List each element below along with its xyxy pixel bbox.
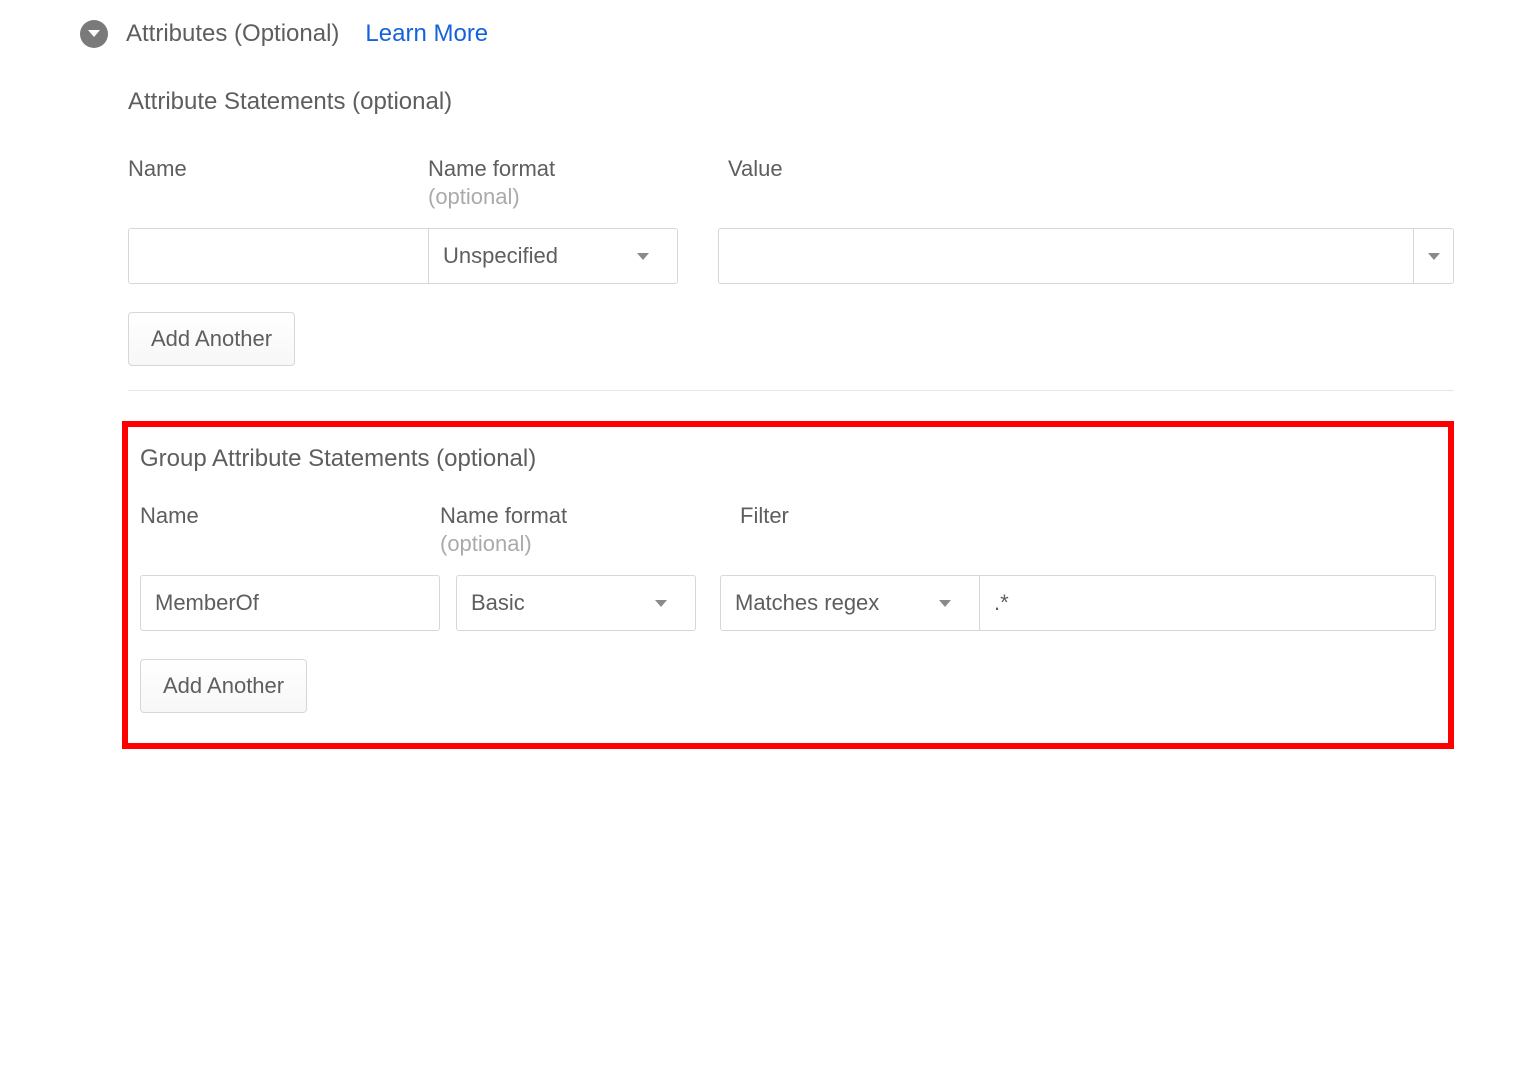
add-another-group-button[interactable]: Add Another [140,659,307,713]
dropdown-arrow-box [925,576,965,630]
collapse-toggle[interactable] [80,20,108,48]
group-filter-type-selected: Matches regex [735,590,879,616]
attribute-statements-block: Attribute Statements (optional) Name Nam… [128,88,1454,391]
dropdown-arrow-box [1413,229,1453,283]
attribute-row: Unspecified [128,228,1454,284]
attribute-col-headers: Name Name format (optional) Value [128,156,1454,210]
group-filter-type-dropdown[interactable]: Matches regex [720,575,980,631]
section-title: Attributes (Optional) [126,20,339,48]
group-name-format-selected: Basic [471,590,525,616]
group-name-input[interactable] [140,575,440,631]
attribute-name-format-dropdown[interactable]: Unspecified [428,228,678,284]
dropdown-arrow-box [623,229,663,283]
col-header-group-name-format: Name format (optional) [440,503,740,557]
group-col-headers: Name Name format (optional) Filter [140,503,1436,557]
col-header-group-name-format-label: Name format [440,503,567,528]
group-filter-value-input[interactable] [980,575,1436,631]
group-attribute-statements-block: Group Attribute Statements (optional) Na… [122,421,1454,749]
group-attribute-statements-title: Group Attribute Statements (optional) [140,445,1436,473]
section-divider [128,390,1454,391]
caret-down-icon [655,600,667,607]
caret-down-icon [1428,253,1440,260]
attribute-name-format-selected: Unspecified [443,243,558,269]
learn-more-link[interactable]: Learn More [365,20,488,48]
col-header-name-format-sub: (optional) [428,184,728,210]
chevron-down-icon [87,29,101,39]
dropdown-arrow-box [641,576,681,630]
col-header-name: Name [128,156,428,210]
caret-down-icon [939,600,951,607]
attributes-section-header: Attributes (Optional) Learn More [80,20,1454,48]
col-header-group-name: Name [140,503,440,557]
col-header-group-filter: Filter [740,503,1436,557]
attribute-statements-title: Attribute Statements (optional) [128,88,1454,116]
group-attribute-row: Basic Matches regex [140,575,1436,631]
attribute-name-input[interactable] [128,228,428,284]
col-header-name-format-label: Name format [428,156,555,181]
col-header-group-name-format-sub: (optional) [440,531,740,557]
caret-down-icon [637,253,649,260]
add-another-attribute-button[interactable]: Add Another [128,312,295,366]
col-header-value: Value [728,156,1454,210]
col-header-name-format: Name format (optional) [428,156,728,210]
attribute-value-dropdown[interactable] [718,228,1454,284]
group-name-format-dropdown[interactable]: Basic [456,575,696,631]
